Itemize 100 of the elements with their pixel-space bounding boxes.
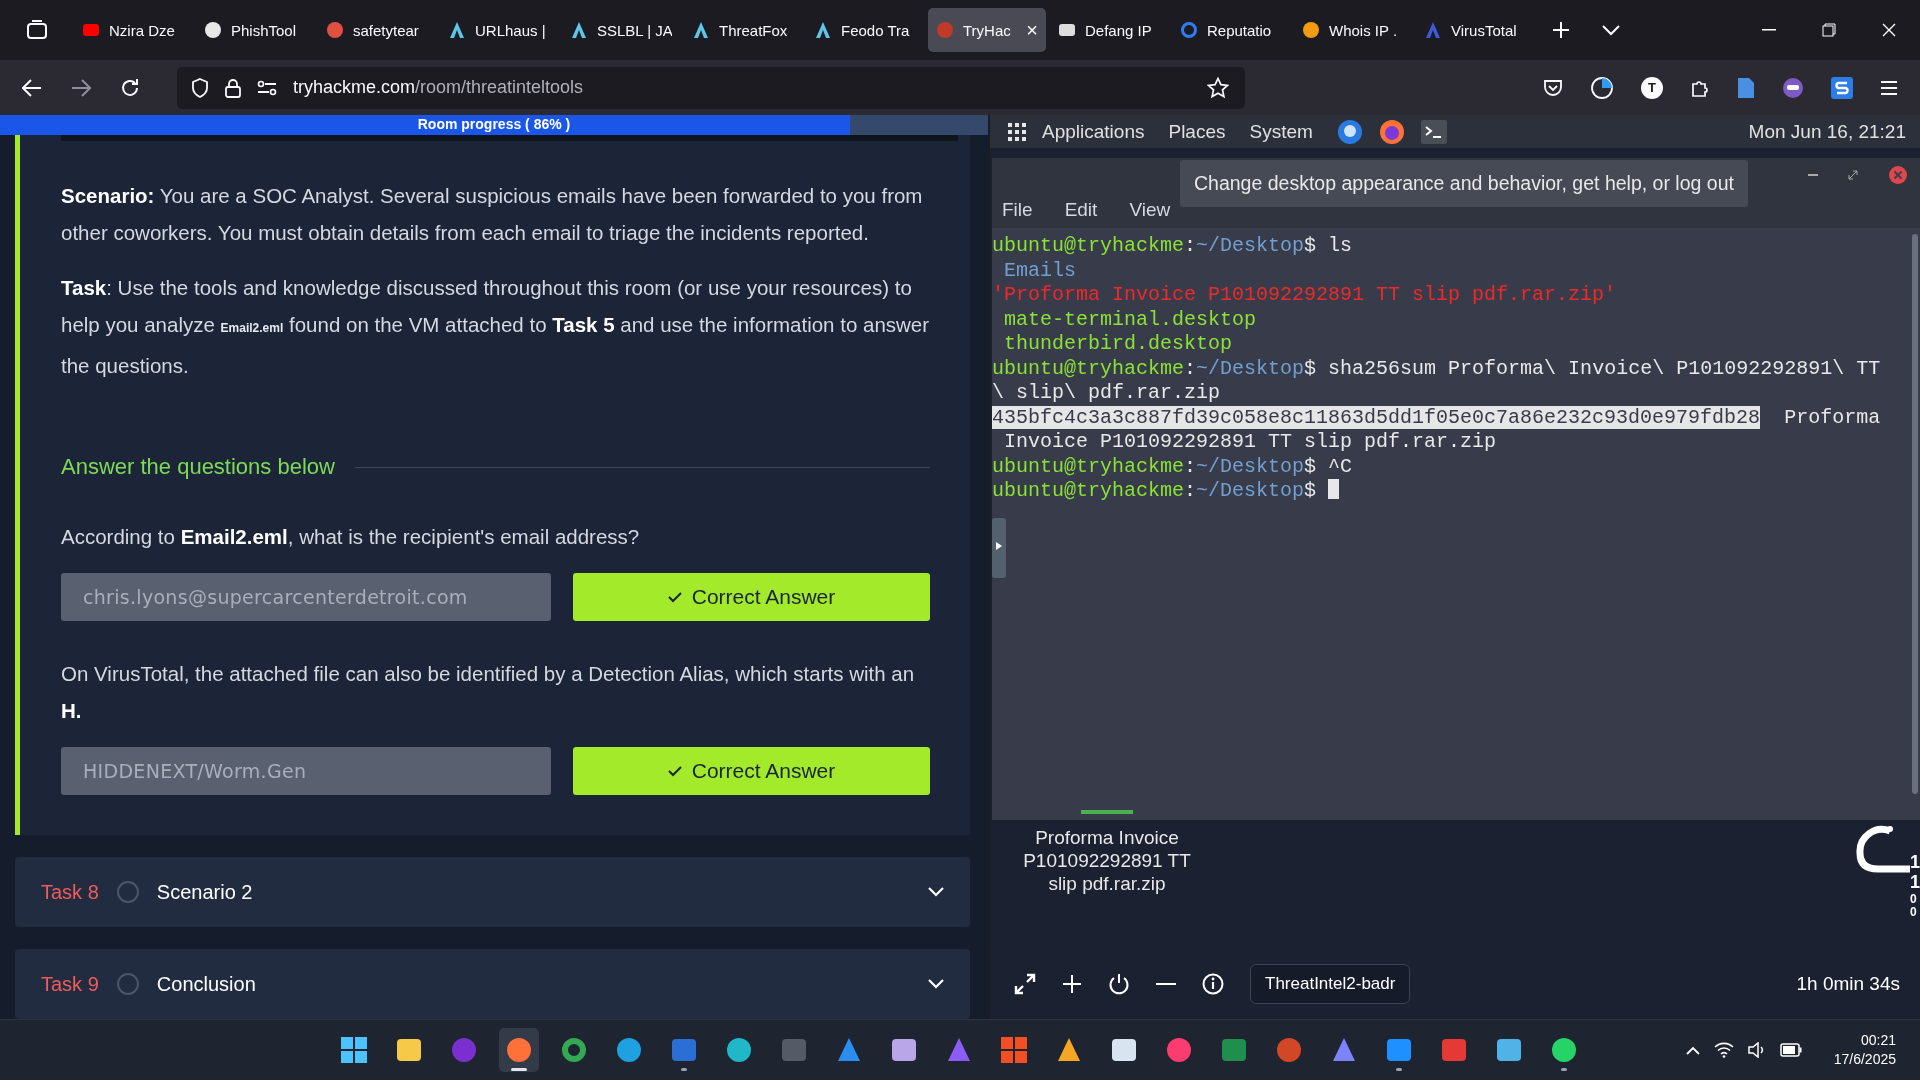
scenario-paragraph: Scenario: You are a SOC Analyst. Several suspicious emails have been forwarded to you from other coworkers. You must obtain details from each email to triage the incidents reported. — [61, 183, 924, 246]
terminal-text: Emails — [1003, 258, 1076, 282]
new-tab-icon[interactable] — [1552, 21, 1570, 39]
terminal-text: ~/Desktop — [1196, 479, 1305, 502]
terminal-text: ubuntu@tryhackme — [992, 356, 1185, 380]
terminal-text: ubuntu@tryhackme — [992, 479, 1185, 502]
address-bar[interactable]: tryhackme.com/room/threatinteltools — [177, 66, 1245, 109]
panel-menu[interactable]: System — [1249, 120, 1313, 143]
account-avatar[interactable]: T — [1641, 76, 1663, 99]
browser-tab[interactable]: SSLBL | JA — [562, 8, 680, 52]
minimize-icon[interactable] — [1762, 29, 1776, 31]
browser-tab[interactable]: TryHac × — [928, 8, 1046, 52]
document-icon[interactable] — [1737, 76, 1755, 99]
widget-digit: 0 — [1910, 892, 1918, 906]
browser-tab[interactable]: PhishTool — [196, 8, 314, 52]
chevron-down-icon[interactable] — [928, 887, 944, 897]
terminal-menu[interactable]: File — [1002, 199, 1033, 221]
terminal-text: $ — [1304, 479, 1318, 502]
terminal-text: : — [1184, 356, 1197, 380]
info-icon[interactable] — [1202, 973, 1224, 995]
terminal-text: \ slip\ pdf.rar.zip — [992, 381, 1221, 404]
minus-icon[interactable] — [1156, 982, 1176, 986]
lambda-icon — [570, 21, 588, 39]
terminal-text: $ ^C — [1304, 454, 1353, 478]
panel-menu[interactable]: Applications — [1042, 120, 1145, 143]
chevron-down-icon[interactable] — [1602, 24, 1620, 36]
terminal-text: : — [1184, 454, 1197, 478]
terminal-text: thunderbird.desktop — [1003, 332, 1233, 355]
plus-icon[interactable] — [1062, 974, 1082, 994]
widget-digit: 1 — [1910, 872, 1920, 893]
panel-clock[interactable]: Mon Jun 16, 21:21 — [1748, 120, 1906, 143]
terminal-text: ~/Desktop — [1196, 356, 1305, 380]
correct-answer-button[interactable]: Correct Answer — [573, 573, 930, 621]
lambda-icon — [448, 21, 466, 39]
lock-icon[interactable] — [225, 77, 241, 98]
sliders-icon[interactable] — [257, 79, 277, 96]
windows-icon — [340, 1036, 368, 1064]
terminal-text: ~/Desktop — [1196, 234, 1305, 257]
task-row[interactable]: Task 8 Scenario 2 — [15, 857, 970, 927]
taskbar-app[interactable] — [499, 1028, 539, 1072]
chevron-up-icon[interactable] — [1685, 1045, 1700, 1055]
close-icon[interactable] — [1882, 23, 1896, 37]
browser-tab[interactable]: Reputatio — [1172, 8, 1290, 52]
progress-label: Room progress ( 86% ) — [417, 116, 571, 132]
lambda-icon — [692, 21, 710, 39]
terminal-text: : — [1184, 479, 1197, 502]
browser-tab[interactable]: ThreatFox — [684, 8, 802, 52]
task-paragraph: Task: Use the tools and knowledge discussed throughout this room (or use your resources) to help you analyze Email2.eml found on the VM attached to Task 5 and use the information to answer the questions. — [61, 275, 930, 379]
panel-menu[interactable]: Places — [1168, 120, 1226, 143]
url-text[interactable]: tryhackme.com/room/threatinteltools — [293, 77, 584, 98]
restore-icon[interactable] — [1822, 23, 1836, 37]
clock-time[interactable]: 00:21 — [1860, 1031, 1896, 1050]
back-arrow-icon[interactable] — [22, 78, 42, 97]
star-icon[interactable] — [1207, 76, 1229, 99]
lambda-icon — [814, 21, 832, 39]
reload-icon[interactable] — [120, 77, 140, 98]
battery-icon[interactable] — [1779, 1043, 1802, 1057]
question-text: On VirusTotal, the attached file can also be identified by a Detection Alias, which starts with an H. — [61, 661, 916, 724]
task-row[interactable]: Task 9 Conclusion — [15, 949, 970, 1019]
browser-tab[interactable]: Feodo Tra — [806, 8, 924, 52]
letter-s-icon[interactable] — [1831, 76, 1853, 99]
browser-tab[interactable]: VirusTotal — [1416, 8, 1534, 52]
tabs-list-icon[interactable] — [26, 19, 48, 41]
terminal-menu[interactable]: View — [1129, 199, 1171, 221]
close-tab-button[interactable]: × — [1026, 18, 1038, 42]
timer-text: 1h 0min 34s — [1796, 973, 1900, 995]
circle-gauge-icon[interactable] — [1590, 75, 1614, 100]
terminal-text: ~/Desktop — [1196, 454, 1305, 478]
speaker-icon[interactable] — [1747, 1042, 1766, 1058]
terminal-text: 'Proforma Invoice P101092292891 TT slip pdf.rar.zip' — [992, 283, 1617, 306]
pocket-icon[interactable] — [1543, 78, 1563, 97]
correct-answer-button[interactable]: Correct Answer — [573, 747, 930, 795]
terminal-text: : — [1184, 234, 1197, 257]
clock-date[interactable]: 17/6/2025 — [1833, 1050, 1896, 1069]
terminal-text: 435bfc4c3a3c887fd39c058e8c11863d5dd1f05e0c7a86e232c93d0e979fdb28 — [992, 405, 1761, 429]
drawer-handle-icon[interactable] — [992, 518, 1006, 578]
terminal-text: ubuntu@tryhackme — [992, 234, 1185, 257]
power-icon[interactable] — [1108, 973, 1130, 995]
browser-tab[interactable]: Whois IP . — [1294, 8, 1412, 52]
terminal-text: Proforma — [1783, 405, 1881, 429]
question-text: According to Email2.eml, what is the recipient's email address? — [61, 524, 641, 550]
tooltip: Change desktop appearance and behavior, get help, or log out — [1180, 160, 1748, 207]
terminal-menu[interactable]: Edit — [1064, 199, 1098, 221]
store-icon — [1000, 1036, 1028, 1064]
terminal-text: $ ls — [1304, 234, 1353, 257]
answers-heading: Answer the questions below — [61, 454, 335, 480]
wifi-icon[interactable] — [1713, 1042, 1734, 1058]
machine-name-button[interactable]: ThreatIntel2-badr — [1250, 964, 1411, 1004]
menu-icon[interactable] — [1880, 80, 1898, 95]
browser-tab[interactable]: Nzira Dze — [74, 8, 192, 52]
terminal-text: $ sha256sum Proforma\ Invoice\ P101092292891\ TT — [1304, 356, 1881, 380]
maximize-icon[interactable] — [1848, 170, 1858, 180]
forward-arrow-icon[interactable] — [71, 78, 91, 97]
desktop-file-label[interactable]: Proforma Invoice P101092292891 TT slip pdf.rar.zip — [1018, 826, 1196, 895]
expand-icon[interactable] — [1014, 973, 1036, 995]
chevron-down-icon[interactable] — [928, 979, 944, 989]
browser-tab[interactable]: safetytear — [318, 8, 436, 52]
grid-icon[interactable] — [1008, 122, 1026, 141]
browser-tab[interactable]: URLhaus | — [440, 8, 558, 52]
browser-tab[interactable]: Defang IP — [1050, 8, 1168, 52]
